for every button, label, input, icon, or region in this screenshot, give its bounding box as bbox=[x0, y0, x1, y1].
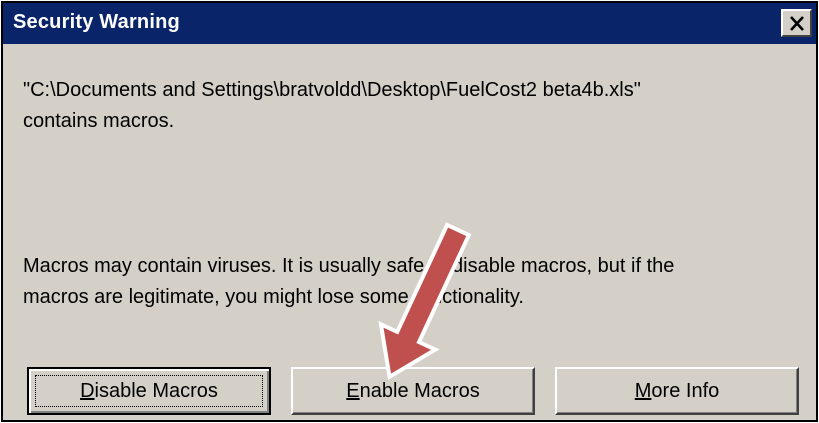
virus-warning-message: Macros may contain viruses. It is usuall… bbox=[23, 251, 674, 313]
close-button[interactable] bbox=[781, 9, 812, 37]
macro-file-message: "C:\Documents and Settings\bratvoldd\Des… bbox=[23, 75, 641, 137]
disable-macros-button[interactable]: Disable Macros bbox=[27, 367, 271, 415]
file-path-text: "C:\Documents and Settings\bratvoldd\Des… bbox=[23, 79, 641, 101]
more-info-button[interactable]: More Info bbox=[555, 367, 799, 415]
contains-macros-text: contains macros. bbox=[23, 110, 175, 132]
enable-macros-label: Enable Macros bbox=[346, 379, 480, 402]
disable-macros-label: Disable Macros bbox=[80, 379, 218, 402]
dialog-title: Security Warning bbox=[13, 11, 180, 33]
title-bar[interactable]: Security Warning bbox=[3, 3, 816, 44]
more-info-label: More Info bbox=[634, 379, 720, 402]
security-warning-dialog: Security Warning "C:\Documents and Setti… bbox=[1, 1, 818, 422]
virus-warning-line-2: macros are legitimate, you might lose so… bbox=[23, 286, 524, 308]
enable-macros-button[interactable]: Enable Macros bbox=[291, 367, 535, 415]
close-icon bbox=[789, 15, 804, 31]
virus-warning-line-1: Macros may contain viruses. It is usuall… bbox=[23, 255, 675, 277]
